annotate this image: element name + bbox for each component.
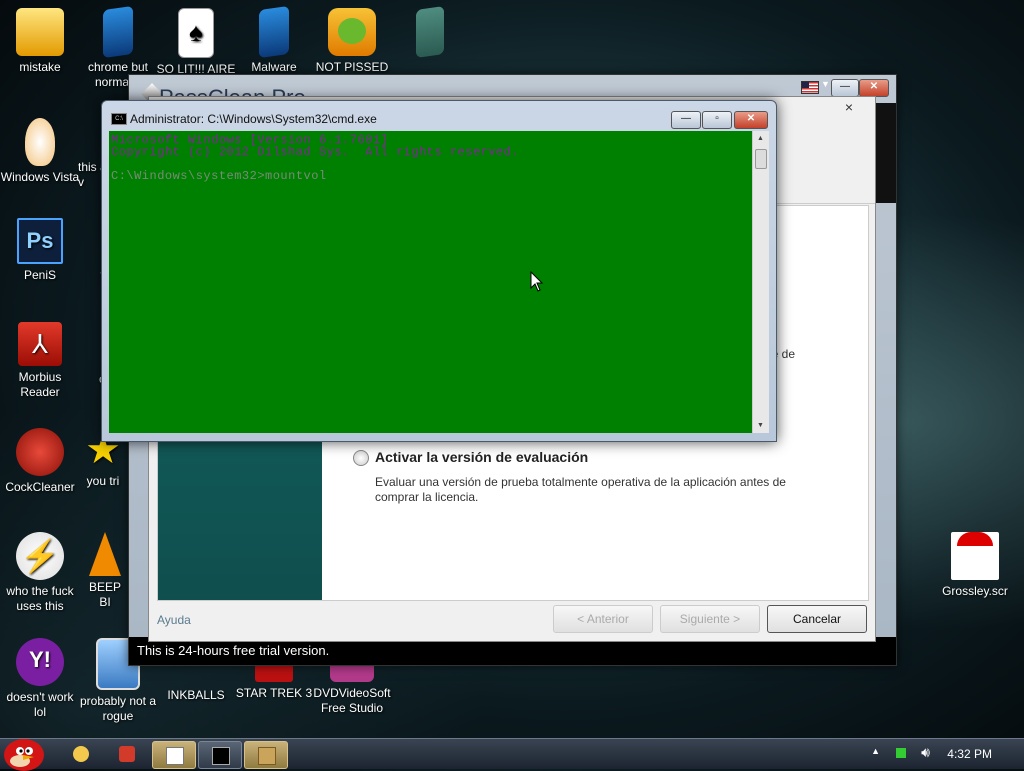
previous-button[interactable]: < Anterior: [553, 605, 653, 633]
desktop-icon-windows-vista[interactable]: Windows Vista: [0, 118, 80, 185]
cmd-close-button[interactable]: ✕: [734, 111, 768, 129]
desktop-icon-grossley[interactable]: Grossley.scr: [935, 532, 1015, 599]
desktop-icon-folder[interactable]: [390, 6, 470, 60]
dvdvideosoft-icon: [330, 664, 374, 682]
solitaire-icon: ♠: [178, 8, 214, 58]
desktop-icon-doesnt-work[interactable]: Y! doesn't work lol: [0, 638, 80, 720]
malware-icon: [259, 5, 289, 59]
mistake-icon: [16, 8, 64, 56]
console-prompt: C:\Windows\system32>mountvol: [111, 169, 327, 183]
windows-vista-icon: [25, 118, 55, 166]
desktop-icon-malware[interactable]: Malware: [234, 5, 314, 75]
close-button[interactable]: ✕: [859, 79, 889, 97]
scroll-thumb[interactable]: [755, 149, 767, 169]
dialog-close-button[interactable]: ×: [845, 99, 853, 115]
ccleaner-icon: [16, 428, 64, 476]
minimize-button[interactable]: —: [831, 79, 859, 97]
taskbar-cmd[interactable]: [198, 741, 242, 769]
taskbar-package[interactable]: [244, 741, 288, 769]
cmd-title: Administrator: C:\Windows\System32\cmd.e…: [130, 112, 377, 126]
desktop-icon-beep[interactable]: BEEP BI: [82, 532, 128, 610]
side-panel: [876, 103, 896, 203]
console-scrollbar[interactable]: ▲ ▼: [752, 131, 769, 433]
scroll-up-icon[interactable]: ▲: [757, 135, 764, 142]
desktop-icon-who-the-fuck[interactable]: ⚡ who the fuck uses this: [0, 532, 80, 614]
console-output[interactable]: Microsoft Windows [Version 6.1.7601] Cop…: [109, 131, 752, 433]
tray-expand-icon[interactable]: ▲: [871, 746, 880, 756]
folder-icon: [416, 6, 444, 58]
chrome-icon: [103, 5, 133, 59]
taskbar-download[interactable]: [106, 741, 148, 767]
help-link[interactable]: Ayuda: [157, 613, 191, 627]
network-icon[interactable]: [896, 748, 906, 758]
trial-radio[interactable]: [353, 450, 369, 466]
language-dropdown-icon[interactable]: ▼: [821, 79, 830, 89]
mouse-cursor-icon: [530, 271, 544, 292]
not-pissed-icon: [328, 8, 376, 56]
taskbar-passclean[interactable]: [152, 741, 196, 769]
desktop-icon-star-trek[interactable]: STAR TREK 3: [234, 664, 314, 701]
cmd-taskbar-icon: [212, 747, 230, 765]
download-icon: [119, 746, 135, 762]
desktop-icon-not-pissed[interactable]: NOT PISSED: [312, 8, 392, 75]
cmd-minimize-button[interactable]: —: [671, 111, 701, 129]
passclean-icon: [166, 747, 184, 765]
desktop-icon-morbius-reader[interactable]: ⅄ Morbius Reader: [0, 322, 80, 400]
avast-icon: ⚡: [16, 532, 64, 580]
next-button[interactable]: Siguiente >: [660, 605, 760, 633]
adobe-reader-icon: ⅄: [18, 322, 62, 366]
cmd-window: C:\ Administrator: C:\Windows\System32\c…: [101, 100, 777, 442]
photoshop-icon: Ps: [17, 218, 63, 264]
scroll-down-icon[interactable]: ▼: [757, 422, 764, 429]
grossley-icon: [951, 532, 999, 580]
trial-option-description: Evaluar una versión de prueba totalmente…: [375, 475, 786, 504]
clock[interactable]: 4:32 PM: [947, 747, 992, 761]
volume-icon[interactable]: 🔊︎: [921, 744, 930, 761]
cancel-button[interactable]: Cancelar: [767, 605, 867, 633]
yahoo-messenger-icon: Y!: [16, 638, 64, 686]
desktop-icon-mistake[interactable]: mistake: [0, 8, 80, 75]
us-flag-icon[interactable]: [801, 81, 819, 94]
taskbar: ▲ 🔊︎ 4:32 PM: [0, 738, 1024, 771]
start-button-angry-bird-icon[interactable]: [0, 731, 48, 771]
explorer-icon: [73, 746, 89, 762]
desktop-icon-penis[interactable]: Ps PeniS: [0, 218, 80, 283]
taskbar-explorer[interactable]: [60, 741, 102, 767]
desktop-icon-cockcleaner[interactable]: CockCleaner: [0, 428, 80, 495]
star-wars-icon: [255, 664, 293, 682]
vlc-icon: [89, 532, 121, 576]
cmd-icon: C:\: [111, 113, 127, 125]
package-icon: [258, 747, 276, 765]
desktop-icon-dvdvideosoft[interactable]: DVDVideoSoft Free Studio: [312, 664, 392, 716]
cmd-maximize-button[interactable]: ▫: [702, 111, 732, 129]
desktop-icon-solitaire[interactable]: ♠ SO LIT!!! AIRE: [156, 8, 236, 77]
trial-option-title[interactable]: Activar la versión de evaluación: [375, 449, 588, 465]
desktop-icon-inkballs[interactable]: INKBALLS: [156, 688, 236, 703]
console-line: Copyright (c) 2012 Dilshad Sys. All righ…: [111, 145, 520, 159]
